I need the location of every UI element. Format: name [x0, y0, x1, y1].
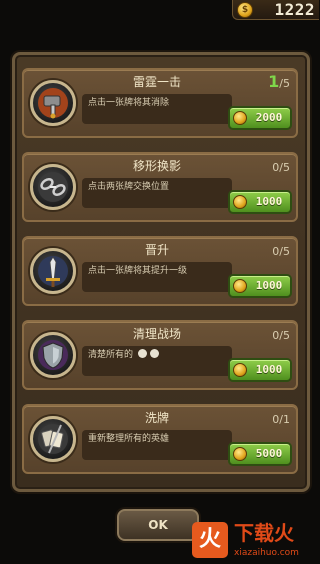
item-description: 点击一张牌将其消除 [82, 94, 232, 124]
coin-icon [233, 363, 247, 377]
coin-icon [233, 195, 247, 209]
item-card-swap: 移形换影 0/5 点击两张牌交换位置 1000 [22, 152, 298, 222]
shield-icon [30, 332, 76, 378]
buy-button-clear[interactable]: 1000 [228, 358, 292, 382]
skull-icon [149, 349, 159, 358]
ok-button[interactable]: OK [117, 509, 199, 541]
item-card-thunder: 雷霆一击 1/5 点击一张牌将其消除 2000 [22, 68, 298, 138]
item-count: 0/5 [272, 161, 290, 174]
item-description: 重新整理所有的英雄 [82, 430, 232, 460]
item-title: 清理战场 [132, 327, 181, 341]
coin-icon [233, 447, 247, 461]
coin-icon [233, 111, 247, 125]
item-description: 清楚所有的 [82, 346, 232, 376]
item-title: 洗牌 [144, 411, 169, 425]
sword-icon [30, 248, 76, 294]
coin-icon: $ [237, 2, 253, 18]
buy-button-shuffle[interactable]: 5000 [228, 442, 292, 466]
item-price: 1000 [255, 363, 283, 376]
item-card-clear: 清理战场 0/5 清楚所有的 1000 [22, 320, 298, 390]
coin-icon [233, 279, 247, 293]
item-count: 0/1 [272, 413, 290, 426]
coin-amount: 1222 [274, 0, 315, 19]
item-price: 2000 [255, 111, 283, 124]
item-card-promote: 晋升 0/5 点击一张牌将其提升一级 1000 [22, 236, 298, 306]
item-title: 移形换影 [132, 159, 181, 173]
watermark: 火 下载火 xiazaihuo.com [192, 520, 316, 562]
watermark-url: xiazaihuo.com [234, 548, 299, 558]
item-count: 0/5 [272, 245, 290, 258]
watermark-logo: 火 [192, 522, 228, 558]
item-count: 0/5 [272, 329, 290, 342]
buy-button-promote[interactable]: 1000 [228, 274, 292, 298]
coin-counter: $ 1222 [232, 0, 319, 20]
item-price: 1000 [255, 279, 283, 292]
skull-icon [137, 349, 147, 358]
item-title: 雷霆一击 [132, 75, 181, 89]
shuffle-icon [30, 416, 76, 462]
chain-icon [30, 164, 76, 210]
item-title: 晋升 [144, 243, 169, 257]
buy-button-swap[interactable]: 1000 [228, 190, 292, 214]
item-count: 1/5 [268, 72, 290, 91]
item-description: 点击一张牌将其提升一级 [82, 262, 232, 292]
watermark-name: 下载火 [234, 521, 294, 545]
item-price: 5000 [255, 447, 283, 460]
item-price: 1000 [255, 195, 283, 208]
item-card-shuffle: 洗牌 0/1 重新整理所有的英雄 5000 [22, 404, 298, 474]
buy-button-thunder[interactable]: 2000 [228, 106, 292, 130]
item-description: 点击两张牌交换位置 [82, 178, 232, 208]
hammer-icon [30, 80, 76, 126]
